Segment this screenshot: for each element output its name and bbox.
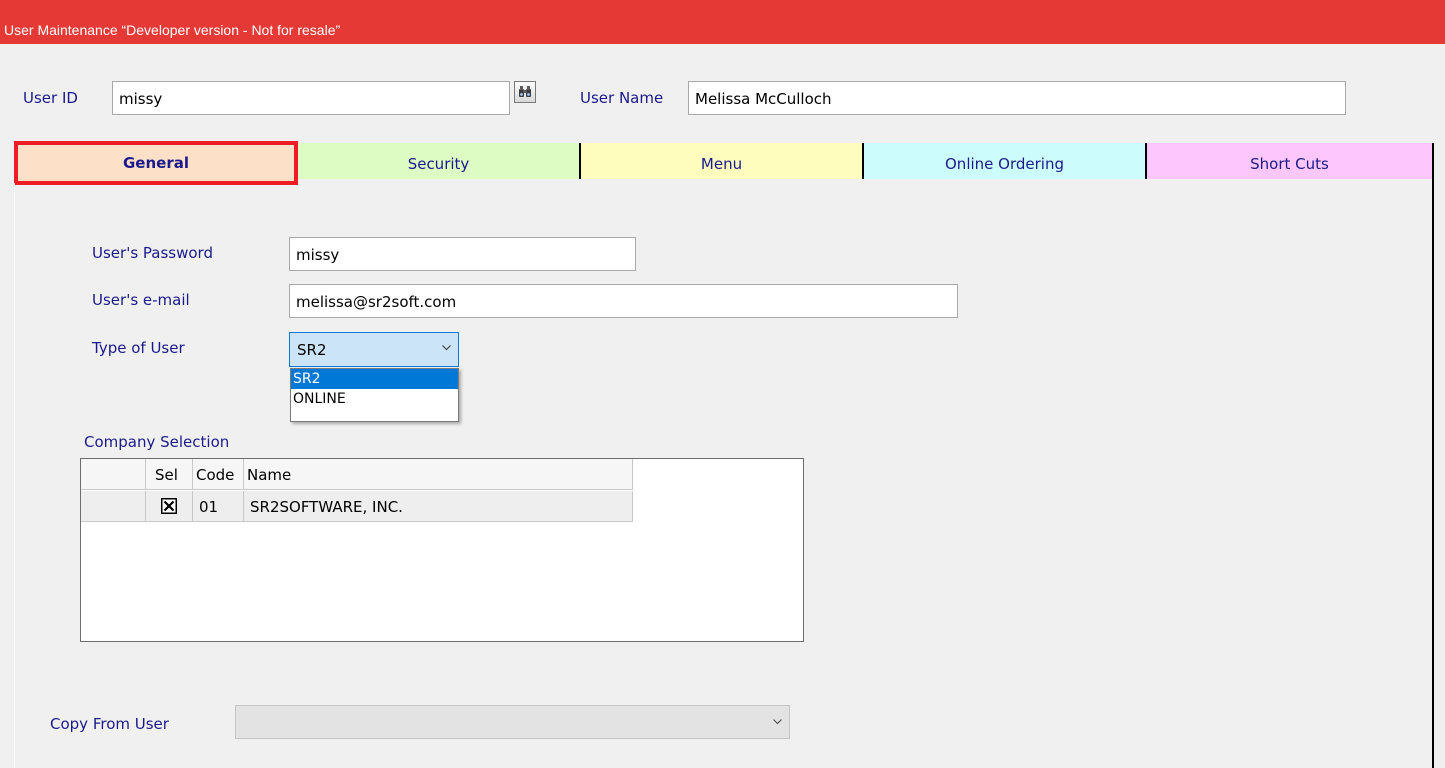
tab-general[interactable]: General	[14, 141, 298, 185]
tab-menu-label: Menu	[700, 155, 743, 173]
tab-online-ordering[interactable]: Online Ordering	[864, 143, 1147, 179]
tab-short-cuts-label: Short Cuts	[1250, 155, 1329, 173]
chevron-down-icon	[442, 345, 451, 351]
title-bar: User Maintenance “Developer version - No…	[0, 0, 1445, 44]
tab-short-cuts[interactable]: Short Cuts	[1147, 143, 1434, 179]
password-label: User's Password	[92, 244, 213, 262]
window-title: User Maintenance “Developer version - No…	[4, 22, 341, 38]
copy-from-user-select[interactable]	[235, 705, 790, 739]
password-field[interactable]: missy	[289, 237, 636, 271]
row-code-cell: 01	[193, 491, 244, 522]
tab-panel-edge	[14, 183, 15, 768]
copy-from-user-label: Copy From User	[50, 715, 169, 733]
user-name-label: User Name	[580, 89, 664, 107]
user-type-label: Type of User	[92, 339, 185, 357]
user-name-input[interactable]: Melissa McCulloch	[688, 81, 1346, 115]
grid-row-header-corner	[81, 459, 146, 490]
tab-panel-border	[1432, 143, 1434, 768]
tab-security-label: Security	[407, 155, 470, 173]
company-selection-label: Company Selection	[84, 433, 230, 451]
tab-menu[interactable]: Menu	[581, 143, 864, 179]
user-id-input[interactable]: missy	[112, 81, 510, 115]
column-header-sel[interactable]: Sel	[146, 459, 193, 490]
user-id-label: User ID	[23, 89, 78, 107]
row-selector[interactable]	[81, 491, 146, 522]
user-type-dropdown-list: SR2 ONLINE	[290, 368, 459, 422]
column-header-name[interactable]: Name	[244, 459, 633, 490]
user-type-selected-value: SR2	[297, 341, 327, 359]
email-label: User's e-mail	[92, 291, 190, 309]
row-sel-cell[interactable]	[146, 491, 193, 522]
user-lookup-button[interactable]	[514, 81, 536, 103]
tab-online-ordering-label: Online Ordering	[945, 155, 1064, 173]
checked-checkbox-icon[interactable]	[161, 498, 177, 514]
company-grid[interactable]: Sel Code Name 01 SR2SOFTWARE, INC.	[80, 458, 804, 642]
tab-general-label: General	[123, 154, 189, 172]
email-field[interactable]: melissa@sr2soft.com	[289, 284, 958, 318]
user-type-select[interactable]: SR2	[289, 332, 459, 367]
user-type-option-sr2[interactable]: SR2	[291, 369, 458, 389]
tab-security[interactable]: Security	[298, 143, 581, 179]
column-header-code[interactable]: Code	[193, 459, 244, 490]
chevron-down-icon	[773, 719, 782, 725]
binoculars-icon	[519, 86, 531, 97]
row-name-cell: SR2SOFTWARE, INC.	[244, 491, 633, 522]
user-type-option-online[interactable]: ONLINE	[291, 389, 458, 409]
